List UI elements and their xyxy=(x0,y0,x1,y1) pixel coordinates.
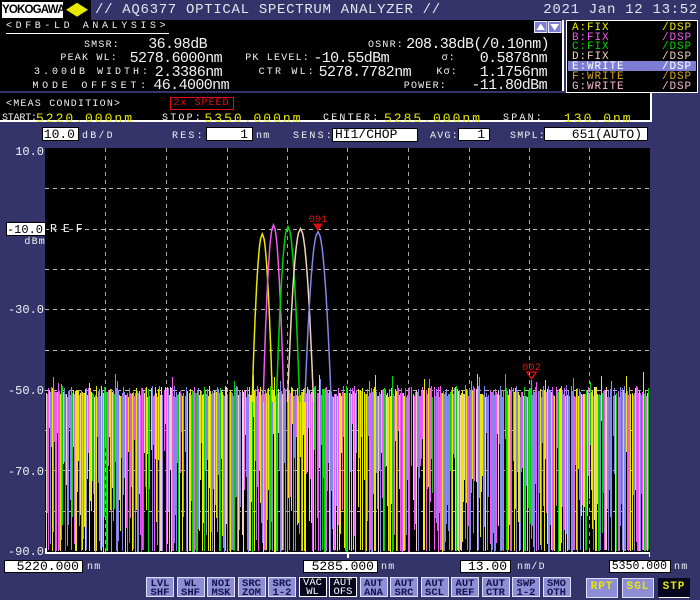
svg-text:REF: REF xyxy=(50,223,89,236)
svg-text:002: 002 xyxy=(522,362,541,374)
svg-text:001: 001 xyxy=(309,214,328,226)
